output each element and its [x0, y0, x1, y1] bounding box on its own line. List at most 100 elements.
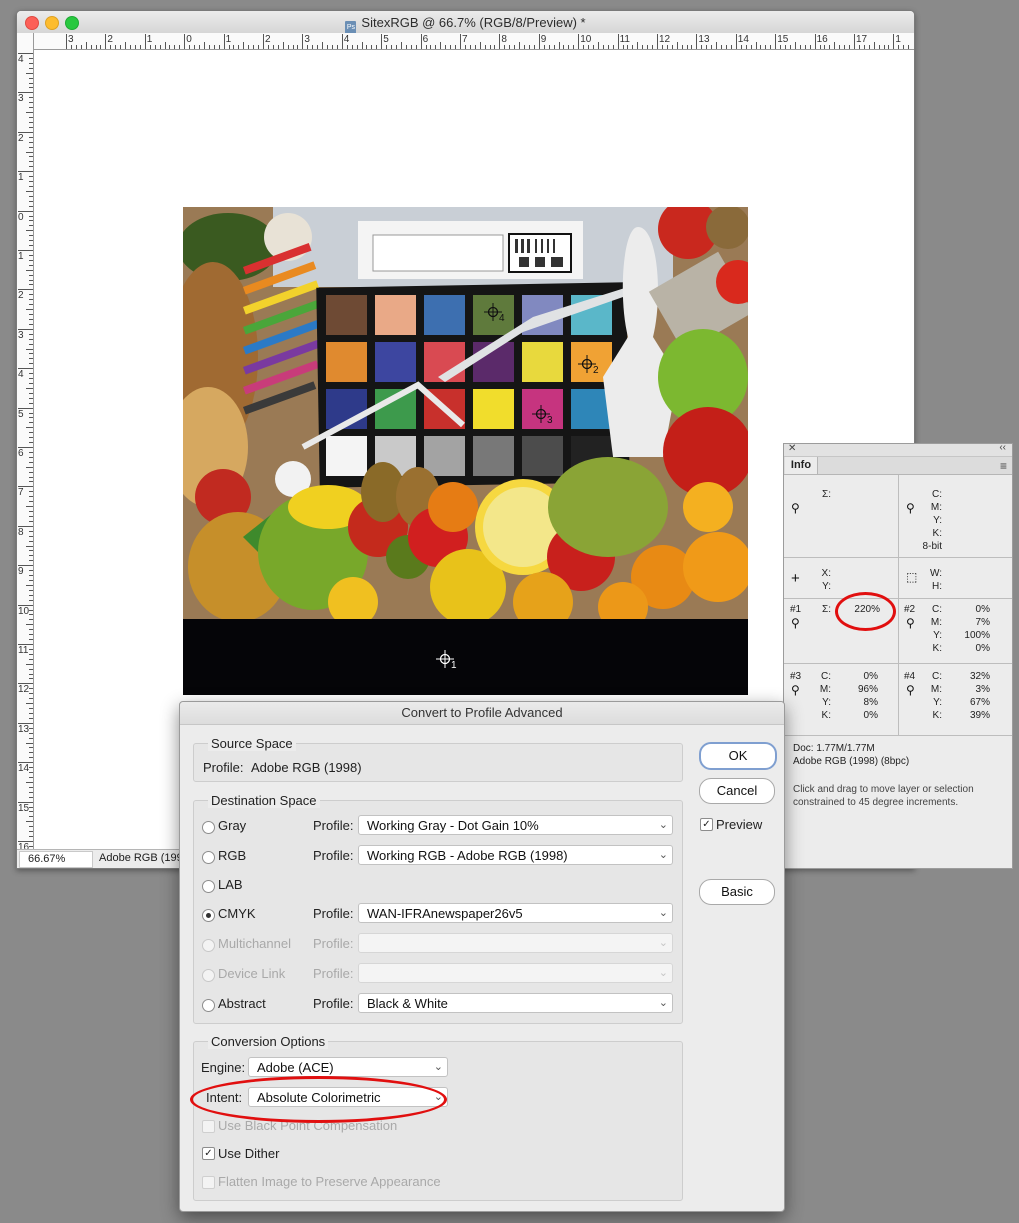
ruler-minor-tick: [267, 45, 269, 49]
radio-multichannel[interactable]: [202, 939, 215, 952]
preview-checkbox[interactable]: ✓: [700, 818, 713, 831]
ruler-major-tick: [775, 34, 777, 49]
ruler-minor-tick: [391, 45, 393, 49]
tab-info[interactable]: Info: [785, 457, 818, 474]
ruler-minor-tick: [90, 45, 92, 49]
radio-lab[interactable]: [202, 880, 215, 893]
destination-profile-select[interactable]: Working Gray - Dot Gain 10% ⌄: [358, 815, 673, 835]
ruler-minor-tick: [189, 45, 191, 49]
ruler-minor-tick: [26, 348, 33, 350]
ruler-minor-tick: [652, 45, 654, 49]
title-bar[interactable]: Ps SitexRGB @ 66.7% (RGB/8/Preview) *: [17, 11, 914, 34]
ruler-minor-tick: [844, 45, 846, 49]
ruler-minor-tick: [95, 45, 97, 49]
ruler-minor-tick: [29, 141, 33, 143]
ruler-minor-tick: [29, 417, 33, 419]
ruler-minor-tick: [29, 589, 33, 591]
ruler-minor-tick: [203, 42, 205, 49]
ruler-minor-tick: [29, 67, 33, 69]
destination-profile-select[interactable]: ⌄: [358, 963, 673, 983]
panel-menu-icon[interactable]: ≡: [1000, 459, 1007, 473]
horizontal-ruler[interactable]: 3 2 1 0 1 2 3 4 5 6 7 8 9 10 11 12 13 14 15 16 17 1: [33, 33, 914, 50]
engine-select[interactable]: Adobe (ACE) ⌄: [248, 1057, 448, 1077]
close-panel-icon[interactable]: ✕: [788, 443, 796, 454]
ruler-minor-tick: [829, 45, 831, 49]
sampler-3-y: 8%: [863, 697, 878, 708]
ruler-minor-tick: [179, 45, 181, 49]
ruler-minor-tick: [29, 373, 33, 375]
ruler-minor-tick: [809, 45, 811, 49]
destination-profile-select[interactable]: Black & White ⌄: [358, 993, 673, 1013]
flatten-image-checkbox[interactable]: [202, 1176, 215, 1189]
collapse-panel-icon[interactable]: ‹‹: [999, 442, 1006, 453]
ruler-minor-tick: [29, 708, 33, 710]
ruler-minor-tick: [29, 698, 33, 700]
ruler-minor-tick: [258, 45, 260, 49]
status-profile[interactable]: Adobe RGB (1998: [99, 852, 189, 864]
ruler-minor-tick: [29, 791, 33, 793]
ruler-major-tick: [381, 34, 383, 49]
color-sampler-marker[interactable]: 3: [531, 404, 553, 426]
ruler-minor-tick: [548, 45, 550, 49]
destination-profile-select[interactable]: Working RGB - Adobe RGB (1998) ⌄: [358, 845, 673, 865]
radio-cmyk[interactable]: [202, 909, 215, 922]
color-checker-patch: [326, 342, 367, 382]
ruler-minor-tick: [29, 757, 33, 759]
cancel-button[interactable]: Cancel: [699, 778, 775, 804]
cyan-label: C:: [932, 671, 942, 682]
color-checker-patch: [424, 436, 465, 476]
ruler-minor-tick: [883, 45, 885, 49]
annotation-oval: [190, 1076, 447, 1123]
ruler-minor-tick: [469, 45, 471, 49]
source-space-label: Source Space: [208, 736, 296, 751]
use-dither-checkbox[interactable]: ✓: [202, 1147, 215, 1160]
ruler-major-tick: [302, 34, 304, 49]
radio-abstract[interactable]: [202, 999, 215, 1012]
sampler-3-c: 0%: [863, 671, 878, 682]
ruler-minor-tick: [29, 274, 33, 276]
ruler-minor-tick: [29, 658, 33, 660]
radio-rgb[interactable]: [202, 851, 215, 864]
ruler-minor-tick: [169, 45, 171, 49]
ok-button[interactable]: OK: [699, 742, 777, 770]
ruler-minor-tick: [568, 45, 570, 49]
ruler-number: 2: [107, 34, 113, 45]
color-sampler-marker[interactable]: 2: [577, 354, 599, 376]
flatten-image-label: Flatten Image to Preserve Appearance: [218, 1174, 441, 1189]
destination-profile-select[interactable]: WAN-IFRAnewspaper26v5 ⌄: [358, 903, 673, 923]
ruler-minor-tick: [29, 225, 33, 227]
ruler-minor-tick: [834, 42, 836, 49]
radio-gray[interactable]: [202, 821, 215, 834]
document-image[interactable]: 1 2 3 4: [183, 207, 748, 695]
sampler-number: 1: [451, 660, 457, 671]
sampler-4-y: 67%: [969, 697, 990, 708]
ruler-minor-tick: [676, 42, 678, 49]
ruler-major-tick: [144, 34, 146, 49]
ruler-minor-tick: [29, 264, 33, 266]
ruler-number: 4: [343, 34, 350, 45]
black-label: K:: [932, 710, 942, 721]
color-sampler-marker[interactable]: 4: [483, 302, 505, 324]
chevron-down-icon: ⌄: [658, 997, 668, 1009]
ruler-minor-tick: [873, 42, 875, 49]
radio-device-link[interactable]: [202, 969, 215, 982]
yellow-label: Y:: [933, 630, 942, 641]
ruler-minor-tick: [29, 826, 33, 828]
ruler-major-tick: [66, 34, 67, 49]
color-sampler-marker[interactable]: 1: [435, 649, 457, 671]
ruler-minor-tick: [26, 781, 33, 783]
annotation-oval: [835, 592, 896, 631]
color-checker-patch: [522, 342, 563, 382]
ruler-minor-tick: [29, 653, 33, 655]
basic-button[interactable]: Basic: [699, 879, 775, 905]
engine-label: Engine:: [201, 1060, 246, 1075]
ruler-minor-tick: [29, 136, 33, 138]
vertical-ruler[interactable]: 4 3 2 1 0 1 2 3 4 5 6 7 8 9 10 11 12 13 14 15 16: [17, 33, 34, 853]
ruler-minor-tick: [29, 555, 33, 557]
zoom-level-field[interactable]: 66.67%: [19, 851, 93, 868]
destination-profile-select[interactable]: ⌄: [358, 933, 673, 953]
black-point-compensation-checkbox[interactable]: [202, 1120, 215, 1133]
ruler-minor-tick: [29, 648, 33, 650]
ruler-minor-tick: [504, 45, 506, 49]
ruler-minor-tick: [29, 254, 33, 256]
